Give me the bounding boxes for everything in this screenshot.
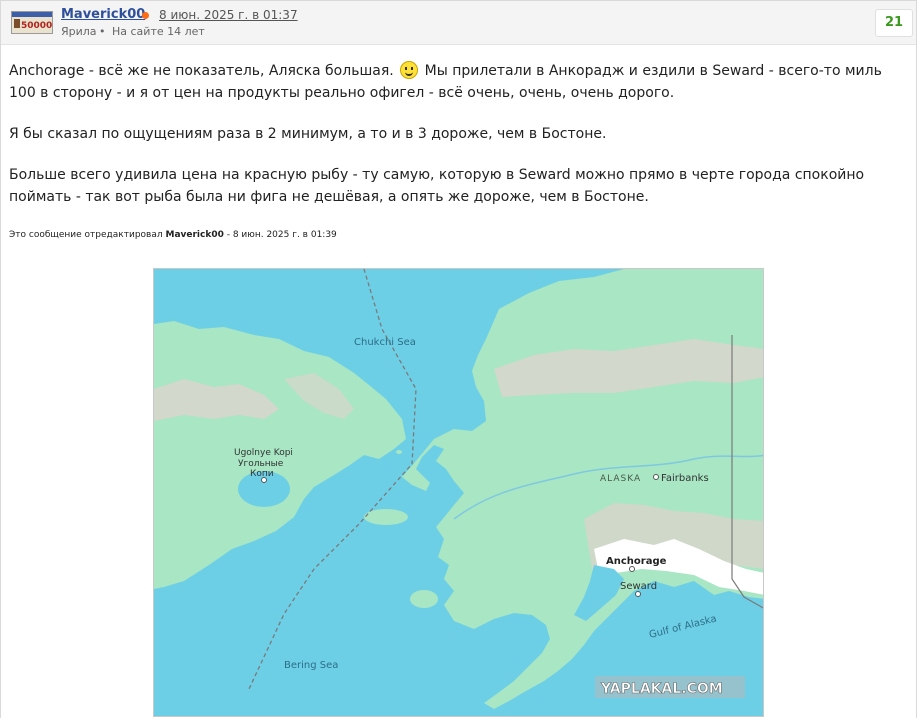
edit-note: Это сообщение отредактировал Maverick00 … bbox=[9, 230, 337, 240]
paragraph-1: Anchorage - всё же не показатель, Аляска… bbox=[9, 60, 904, 104]
chukchi-sea-label: Chukchi Sea bbox=[354, 337, 416, 348]
bering-sea-label: Bering Sea bbox=[284, 660, 338, 671]
ugolnye-latin-label: Ugolnye Kopi bbox=[234, 448, 293, 458]
post-date-link[interactable]: 8 июн. 2025 г. в 01:37 bbox=[159, 8, 298, 22]
paragraph-2: Я бы сказал по ощущениям раза в 2 миниму… bbox=[9, 126, 607, 142]
anchorage-marker bbox=[629, 566, 635, 572]
alaska-map: Chukchi Sea Bering Sea Gulf of Alaska AL… bbox=[154, 269, 763, 716]
post-rating[interactable]: 21 bbox=[875, 9, 913, 37]
forum-post: 50000 Maverick00 8 июн. 2025 г. в 01:37 … bbox=[0, 0, 917, 718]
paragraph-1-start: Anchorage - всё же не показатель, Аляска… bbox=[9, 63, 394, 79]
online-status-dot bbox=[142, 12, 149, 19]
watermark-text: YAPLAKAL.COM bbox=[600, 681, 723, 697]
anchorage-label: Anchorage bbox=[606, 556, 667, 567]
ugolnye-marker bbox=[261, 477, 267, 483]
kodiak-island bbox=[560, 619, 588, 639]
avatar[interactable]: 50000 bbox=[11, 11, 53, 34]
fairbanks-label: Fairbanks bbox=[661, 473, 709, 484]
alaska-label: ALASKA bbox=[600, 474, 641, 484]
edit-note-editor[interactable]: Maverick00 bbox=[165, 230, 223, 240]
fairbanks-marker bbox=[653, 474, 659, 480]
avatar-plate-text: 50000 bbox=[21, 21, 52, 31]
post-header: 50000 Maverick00 8 июн. 2025 г. в 01:37 … bbox=[1, 1, 916, 45]
member-since: На сайте 14 лет bbox=[112, 25, 205, 38]
author-link[interactable]: Maverick00 bbox=[61, 7, 145, 22]
avatar-image: 50000 bbox=[12, 12, 52, 33]
edit-note-prefix: Это сообщение отредактировал bbox=[9, 230, 163, 240]
nunivak-island bbox=[410, 590, 438, 608]
separator-dot: • bbox=[99, 25, 106, 38]
ugolnye-cyr-label-2: Копи bbox=[250, 469, 274, 479]
seward-marker bbox=[635, 591, 641, 597]
seward-label: Seward bbox=[620, 581, 657, 592]
map-image[interactable]: Chukchi Sea Bering Sea Gulf of Alaska AL… bbox=[153, 268, 764, 717]
paragraph-3: Больше всего удивила цена на красную рыб… bbox=[9, 167, 865, 205]
post-body: Anchorage - всё же не показатель, Аляска… bbox=[9, 60, 904, 227]
smiley-icon bbox=[400, 61, 419, 79]
little-diomede bbox=[396, 450, 402, 454]
user-rank: Ярила bbox=[61, 25, 97, 38]
edit-note-suffix: - 8 июн. 2025 г. в 01:39 bbox=[226, 230, 337, 240]
ugolnye-cyr-label-1: Угольные bbox=[238, 459, 284, 469]
